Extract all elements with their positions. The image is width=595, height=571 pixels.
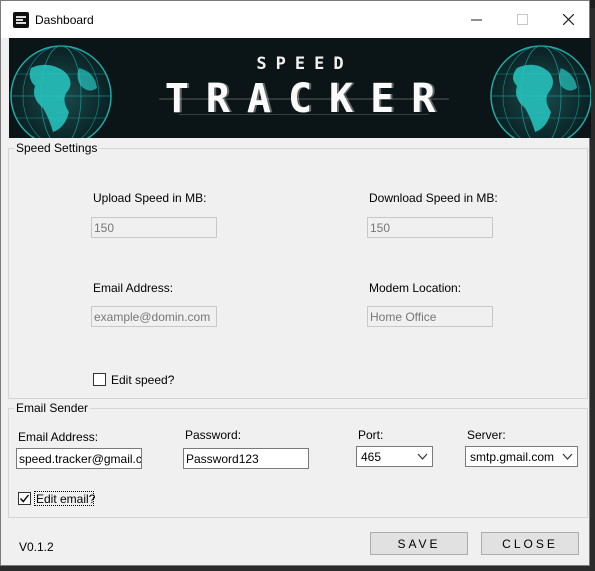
version-label: V0.1.2 (19, 540, 54, 554)
modem-location-label: Modem Location: (369, 281, 462, 295)
window-title: Dashboard (35, 13, 94, 27)
email-sender-legend: Email Sender (14, 401, 91, 415)
maximize-icon (516, 14, 528, 25)
edit-email-label[interactable]: Edit email? (36, 492, 95, 506)
chevron-down-icon (562, 453, 573, 460)
checkmark-icon (19, 494, 30, 503)
port-label: Port: (358, 428, 384, 442)
email-address-field[interactable]: example@domin.com (91, 306, 217, 327)
port-value: 465 (361, 450, 382, 464)
sender-email-input[interactable]: speed.tracker@gmail.c (16, 448, 142, 469)
password-input[interactable]: Password123 (183, 448, 309, 469)
save-button[interactable]: SAVE (370, 532, 468, 555)
minimize-icon (470, 19, 482, 21)
minimize-button[interactable] (453, 1, 499, 38)
download-speed-field[interactable]: 150 (367, 217, 493, 238)
title-bar[interactable]: Dashboard (1, 1, 589, 38)
server-select[interactable]: smtp.gmail.com (465, 446, 578, 467)
server-value: smtp.gmail.com (470, 450, 555, 464)
close-button[interactable]: CLOSE (481, 532, 579, 555)
sender-email-label: Email Address: (18, 430, 99, 444)
chevron-down-icon (417, 453, 428, 460)
port-select[interactable]: 465 (356, 446, 433, 467)
edit-email-checkbox[interactable] (18, 492, 31, 505)
maximize-button[interactable] (499, 1, 545, 38)
upload-speed-field[interactable]: 150 (91, 217, 217, 238)
server-label: Server: (467, 428, 506, 442)
modem-location-field[interactable]: Home Office (367, 306, 493, 327)
speed-tracker-banner: SPEED TRACKER (9, 38, 591, 138)
password-label: Password: (185, 428, 242, 442)
email-address-label: Email Address: (93, 281, 174, 295)
app-icon (13, 12, 29, 28)
speed-settings-legend: Speed Settings (14, 141, 100, 155)
speed-settings-group (8, 148, 588, 399)
banner-speed-text: SPEED (256, 54, 353, 74)
download-speed-label: Download Speed in MB: (369, 191, 498, 205)
banner-tracker-text: TRACKER (164, 76, 453, 122)
upload-speed-label: Upload Speed in MB: (93, 191, 207, 205)
close-window-button[interactable] (545, 1, 591, 38)
edit-speed-label[interactable]: Edit speed? (111, 373, 174, 387)
dashboard-window: Dashboard SPEED TRACKER Speed Settings U… (0, 0, 591, 566)
close-icon (562, 14, 574, 25)
edit-speed-checkbox[interactable] (93, 373, 106, 386)
